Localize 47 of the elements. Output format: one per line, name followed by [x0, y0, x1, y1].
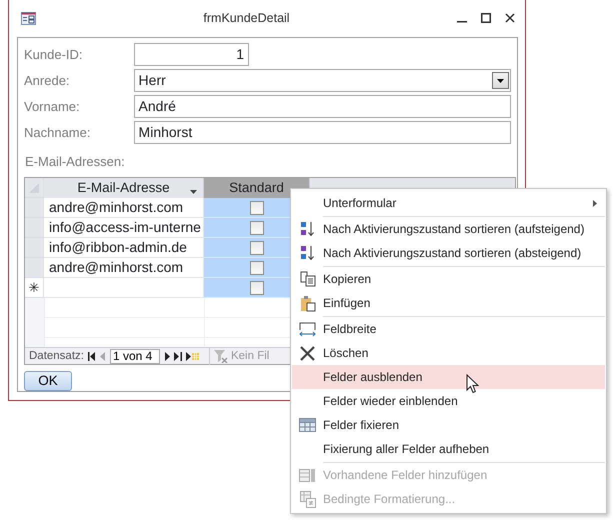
maximize-icon[interactable] — [481, 13, 491, 24]
add-fields-icon — [299, 468, 316, 482]
checkbox[interactable] — [250, 260, 264, 274]
paste-icon — [300, 294, 316, 312]
conditional-format-icon — [300, 490, 316, 508]
menu-item[interactable]: Nach Aktivierungszustand sortieren (aufsteigend) — [292, 217, 605, 241]
input-field[interactable]: André — [134, 95, 511, 118]
menu-item[interactable]: Felder fixieren — [292, 413, 605, 437]
mouse-pointer-icon — [466, 374, 479, 394]
navigation-label: Datensatz: — [29, 349, 84, 364]
checkbox[interactable] — [250, 240, 264, 254]
copy-icon — [300, 271, 316, 287]
field-label: Anrede: — [24, 72, 71, 90]
grid-icon — [299, 418, 316, 432]
first-record-icon[interactable] — [88, 352, 96, 362]
dropdown-arrow-icon[interactable] — [190, 190, 197, 194]
field-label: Nachname: — [24, 124, 92, 142]
submenu-arrow-icon — [593, 200, 597, 206]
checkbox[interactable] — [250, 200, 264, 214]
next-record-icon[interactable] — [164, 352, 170, 362]
last-record-icon[interactable] — [174, 352, 182, 362]
new-record-marker: ✳ — [28, 278, 40, 297]
input-field[interactable]: Minhorst — [134, 121, 511, 144]
delete-icon — [300, 346, 315, 360]
menu-item[interactable]: Löschen — [292, 341, 605, 365]
sort-ascending-icon — [298, 220, 316, 238]
window-title: frmKundeDetail — [202, 10, 291, 27]
column-header[interactable]: Standard — [204, 178, 310, 198]
ok-button[interactable]: OK — [24, 371, 72, 391]
subform-label: E-Mail-Adressen: — [25, 152, 126, 170]
record-number-field[interactable]: 1 von 4 — [110, 349, 160, 364]
sort-descending-icon — [298, 244, 316, 262]
column-width-icon — [299, 322, 316, 336]
field-label: Vorname: — [24, 98, 81, 116]
field-label: Kunde-ID: — [24, 46, 84, 64]
close-icon[interactable] — [505, 13, 515, 24]
input-field[interactable]: 1 — [134, 43, 249, 66]
menu-item[interactable]: Kopieren — [292, 267, 605, 291]
menu-item[interactable]: Feldbreite — [292, 317, 605, 341]
checkbox[interactable] — [250, 280, 264, 294]
menu-item[interactable]: Felder wieder einblenden — [292, 389, 605, 413]
dropdown-field[interactable]: Herr — [134, 69, 511, 92]
column-header[interactable]: E-Mail-Adresse — [44, 178, 204, 198]
checkbox[interactable] — [250, 220, 264, 234]
new-record-icon[interactable] — [186, 352, 199, 362]
form-icon — [21, 12, 36, 25]
menu-item[interactable]: Felder ausblenden — [292, 365, 605, 389]
